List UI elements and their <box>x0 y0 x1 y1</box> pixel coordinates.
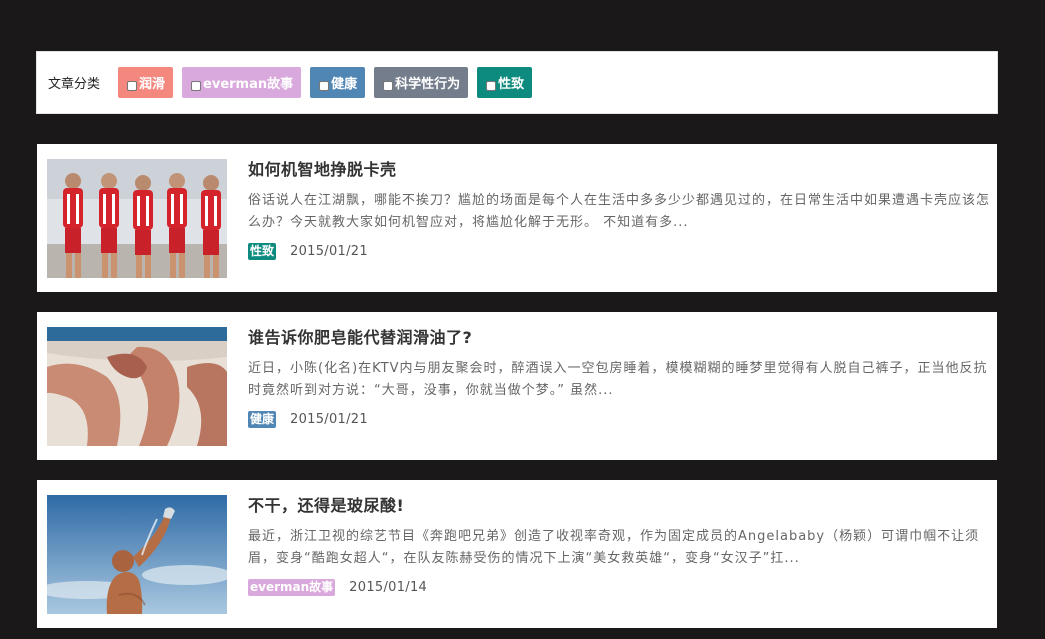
checkbox[interactable] <box>319 80 330 91</box>
article-excerpt: 最近，浙江卫视的综艺节目《奔跑吧兄弟》创造了收视率奇观，作为固定成员的Angel… <box>248 529 980 566</box>
article-date: 2015/01/14 <box>349 580 428 595</box>
cyclists-photo-icon[interactable] <box>47 159 227 278</box>
category-badge[interactable]: everman故事 <box>248 579 336 596</box>
article-meta: 健康 2015/01/21 <box>248 411 368 428</box>
article-card[interactable]: 谁告诉你肥皂能代替润滑油了? 近日，小陈(化名)在KTV内与朋友聚会时，醉酒误入… <box>37 312 997 460</box>
article-meta: 性致 2015/01/21 <box>248 243 368 260</box>
filter-tag-everman-story[interactable]: everman故事 <box>182 67 302 98</box>
drinking-man-photo-icon[interactable] <box>47 495 227 614</box>
article-excerpt: 近日，小陈(化名)在KTV内与朋友聚会时，醉酒误入一空包房睡着，模模糊糊的睡梦里… <box>248 361 988 398</box>
category-badge[interactable]: 健康 <box>248 411 277 428</box>
filter-tag-label: 性致 <box>498 77 525 92</box>
article-title[interactable]: 谁告诉你肥皂能代替润滑油了? <box>248 324 472 348</box>
checkbox[interactable] <box>191 80 202 91</box>
article-date: 2015/01/21 <box>290 244 368 259</box>
filter-tag-health[interactable]: 健康 <box>310 67 366 98</box>
filter-label: 文章分类 <box>48 77 101 92</box>
filter-tag-label: 健康 <box>331 77 358 92</box>
article-card[interactable]: 如何机智地挣脱卡壳 俗话说人在江湖飘，哪能不挨刀？尴尬的场面是每个人在生活中多多… <box>37 144 997 292</box>
legs-photo-icon[interactable] <box>47 327 227 446</box>
article-card[interactable]: 不干，还得是玻尿酸! 最近，浙江卫视的综艺节目《奔跑吧兄弟》创造了收视率奇观，作… <box>37 480 997 628</box>
article-date: 2015/01/21 <box>290 412 368 427</box>
checkbox[interactable] <box>383 80 394 91</box>
article-excerpt: 俗话说人在江湖飘，哪能不挨刀？尴尬的场面是每个人在生活中多多少少都遇见过的，在日… <box>248 193 991 230</box>
category-filter-bar: 文章分类 润滑 everman故事 健康 科学性行为 性致 <box>36 51 998 114</box>
checkbox[interactable] <box>486 80 497 91</box>
filter-tag-science[interactable]: 科学性行为 <box>374 67 469 98</box>
filter-tag-label: 润滑 <box>139 77 166 92</box>
article-title[interactable]: 不干，还得是玻尿酸! <box>248 492 404 516</box>
filter-tag-label: 科学性行为 <box>395 77 461 92</box>
category-badge[interactable]: 性致 <box>248 243 277 260</box>
filter-tag-lubrication[interactable]: 润滑 <box>118 67 174 98</box>
filter-tag-label: everman故事 <box>203 77 294 92</box>
article-meta: everman故事 2015/01/14 <box>248 579 427 596</box>
article-title[interactable]: 如何机智地挣脱卡壳 <box>248 156 397 180</box>
filter-tag-interest[interactable]: 性致 <box>477 67 533 98</box>
checkbox[interactable] <box>127 80 138 91</box>
